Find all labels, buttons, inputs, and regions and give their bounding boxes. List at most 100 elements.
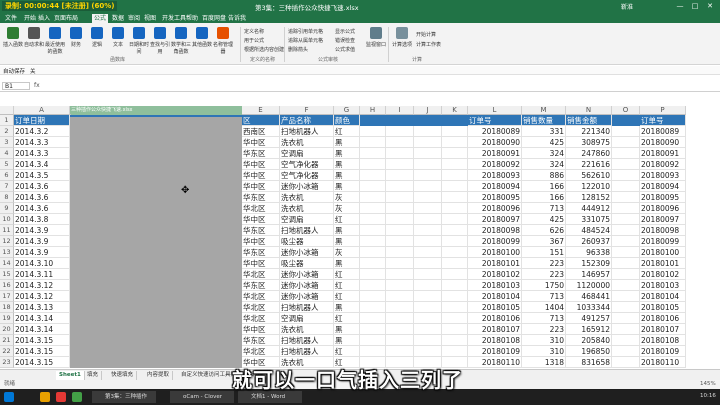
cell-qty[interactable]: 886 (522, 170, 566, 181)
empty-cell[interactable] (442, 346, 468, 357)
cell-product[interactable]: 空调扇 (280, 148, 334, 159)
cell-order-no-2[interactable]: 20180091 (640, 148, 686, 159)
empty-cell[interactable] (414, 236, 442, 247)
row-header[interactable]: 19 (0, 313, 14, 324)
ribbon-button-9[interactable]: 其他函数 (192, 27, 212, 48)
row-header[interactable]: 8 (0, 192, 14, 203)
cell-order-no-2[interactable]: 20180108 (640, 335, 686, 346)
cell-order-no[interactable]: 20180097 (468, 214, 522, 225)
empty-cell[interactable] (612, 247, 640, 258)
empty-cell[interactable] (386, 313, 414, 324)
cell-color[interactable]: 黑 (334, 236, 360, 247)
cell-color[interactable]: 灰 (334, 203, 360, 214)
cell-order-date[interactable]: 2014.3.6 (14, 203, 70, 214)
cell-order-no[interactable]: 20180100 (468, 247, 522, 258)
cell-qty[interactable]: 1750 (522, 280, 566, 291)
header-region[interactable]: 区 (242, 115, 280, 126)
empty-cell[interactable] (360, 291, 386, 302)
cell-amount[interactable]: 468441 (566, 291, 612, 302)
close-button[interactable]: ✕ (705, 2, 715, 10)
empty-cell[interactable] (442, 192, 468, 203)
cell-region[interactable]: 华东区 (242, 192, 280, 203)
cell-qty[interactable]: 425 (522, 214, 566, 225)
define-name-button[interactable]: 定义名称 (244, 28, 264, 35)
empty-cell[interactable] (612, 280, 640, 291)
maximize-button[interactable]: □ (690, 2, 700, 10)
tab-11[interactable]: 告诉我 (226, 14, 248, 23)
cell-order-date[interactable]: 2014.3.11 (14, 269, 70, 280)
empty-cell[interactable] (442, 137, 468, 148)
empty-cell[interactable] (442, 159, 468, 170)
cell-order-no[interactable]: 20180098 (468, 225, 522, 236)
cell-product[interactable]: 空调扇 (280, 214, 334, 225)
empty-cell[interactable] (612, 357, 640, 368)
empty-cell[interactable] (442, 126, 468, 137)
row-header[interactable]: 6 (0, 170, 14, 181)
cell-amount[interactable]: 221340 (566, 126, 612, 137)
empty-cell[interactable] (442, 203, 468, 214)
empty-cell[interactable] (612, 335, 640, 346)
cell-order-no-2[interactable]: 20180097 (640, 214, 686, 225)
cell-order-date[interactable]: 2014.3.15 (14, 357, 70, 368)
cell-product[interactable]: 洗衣机 (280, 137, 334, 148)
ribbon-button-8[interactable]: 数学和三角函数 (171, 27, 191, 55)
cell-qty[interactable]: 223 (522, 324, 566, 335)
row-header[interactable]: 23 (0, 357, 14, 368)
cell-amount[interactable]: 491257 (566, 313, 612, 324)
column-header-M[interactable]: M (522, 106, 566, 115)
cell-amount[interactable]: 122010 (566, 181, 612, 192)
empty-cell[interactable] (612, 291, 640, 302)
column-header-O[interactable]: O (612, 106, 640, 115)
cell-order-no[interactable]: 20180109 (468, 346, 522, 357)
row-header[interactable]: 22 (0, 346, 14, 357)
fx-icon[interactable]: fx (34, 82, 40, 89)
empty-cell[interactable] (442, 335, 468, 346)
empty-cell[interactable] (612, 170, 640, 181)
cell-amount[interactable]: 260937 (566, 236, 612, 247)
header-order-no-2[interactable]: 订单号 (640, 115, 686, 126)
cell-order-date[interactable]: 2014.3.3 (14, 148, 70, 159)
cell-qty[interactable]: 1318 (522, 357, 566, 368)
header-amount[interactable]: 销售金额 (566, 115, 612, 126)
cell-amount[interactable]: 444912 (566, 203, 612, 214)
cell-order-no[interactable]: 20180094 (468, 181, 522, 192)
cell-color[interactable]: 灰 (334, 192, 360, 203)
empty-cell[interactable] (414, 159, 442, 170)
row-header[interactable]: 20 (0, 324, 14, 335)
cell-order-date[interactable]: 2014.3.15 (14, 346, 70, 357)
sheet-tab-1[interactable]: 填充 (84, 371, 103, 380)
empty-cell[interactable] (414, 192, 442, 203)
empty-cell[interactable] (360, 280, 386, 291)
cell-color[interactable]: 红 (334, 313, 360, 324)
cell-product[interactable]: 空调扇 (280, 313, 334, 324)
taskbar-app-0[interactable]: 第3集：三种插作公... (92, 391, 156, 403)
cell-product[interactable]: 空气净化器 (280, 170, 334, 181)
empty-cell[interactable] (386, 192, 414, 203)
empty-cell[interactable] (612, 203, 640, 214)
cell-color[interactable]: 红 (334, 291, 360, 302)
empty-cell[interactable] (612, 159, 640, 170)
calc-options-button[interactable]: 计算选项 (392, 27, 412, 48)
cell-order-no-2[interactable]: 20180109 (640, 346, 686, 357)
cell-order-no[interactable]: 20180101 (468, 258, 522, 269)
cell-order-date[interactable]: 2014.3.5 (14, 170, 70, 181)
selected-columns-b-d[interactable] (70, 117, 242, 368)
cell-order-no-2[interactable]: 20180095 (640, 192, 686, 203)
cell-qty[interactable]: 713 (522, 203, 566, 214)
empty-cell[interactable] (612, 236, 640, 247)
cell-region[interactable]: 华中区 (242, 324, 280, 335)
cell-qty[interactable]: 713 (522, 291, 566, 302)
tab-0[interactable]: 文件 (3, 14, 19, 23)
cell-order-no-2[interactable]: 20180107 (640, 324, 686, 335)
cell-color[interactable]: 黑 (334, 181, 360, 192)
cell-color[interactable]: 黑 (334, 335, 360, 346)
cell-order-no-2[interactable]: 20180104 (640, 291, 686, 302)
empty-cell[interactable] (442, 236, 468, 247)
row-header[interactable]: 4 (0, 148, 14, 159)
cell-amount[interactable]: 146957 (566, 269, 612, 280)
empty-cell[interactable] (612, 302, 640, 313)
row-header[interactable]: 2 (0, 126, 14, 137)
empty-cell[interactable] (612, 137, 640, 148)
cell-product[interactable]: 洗衣机 (280, 203, 334, 214)
cell-color[interactable]: 黑 (334, 258, 360, 269)
